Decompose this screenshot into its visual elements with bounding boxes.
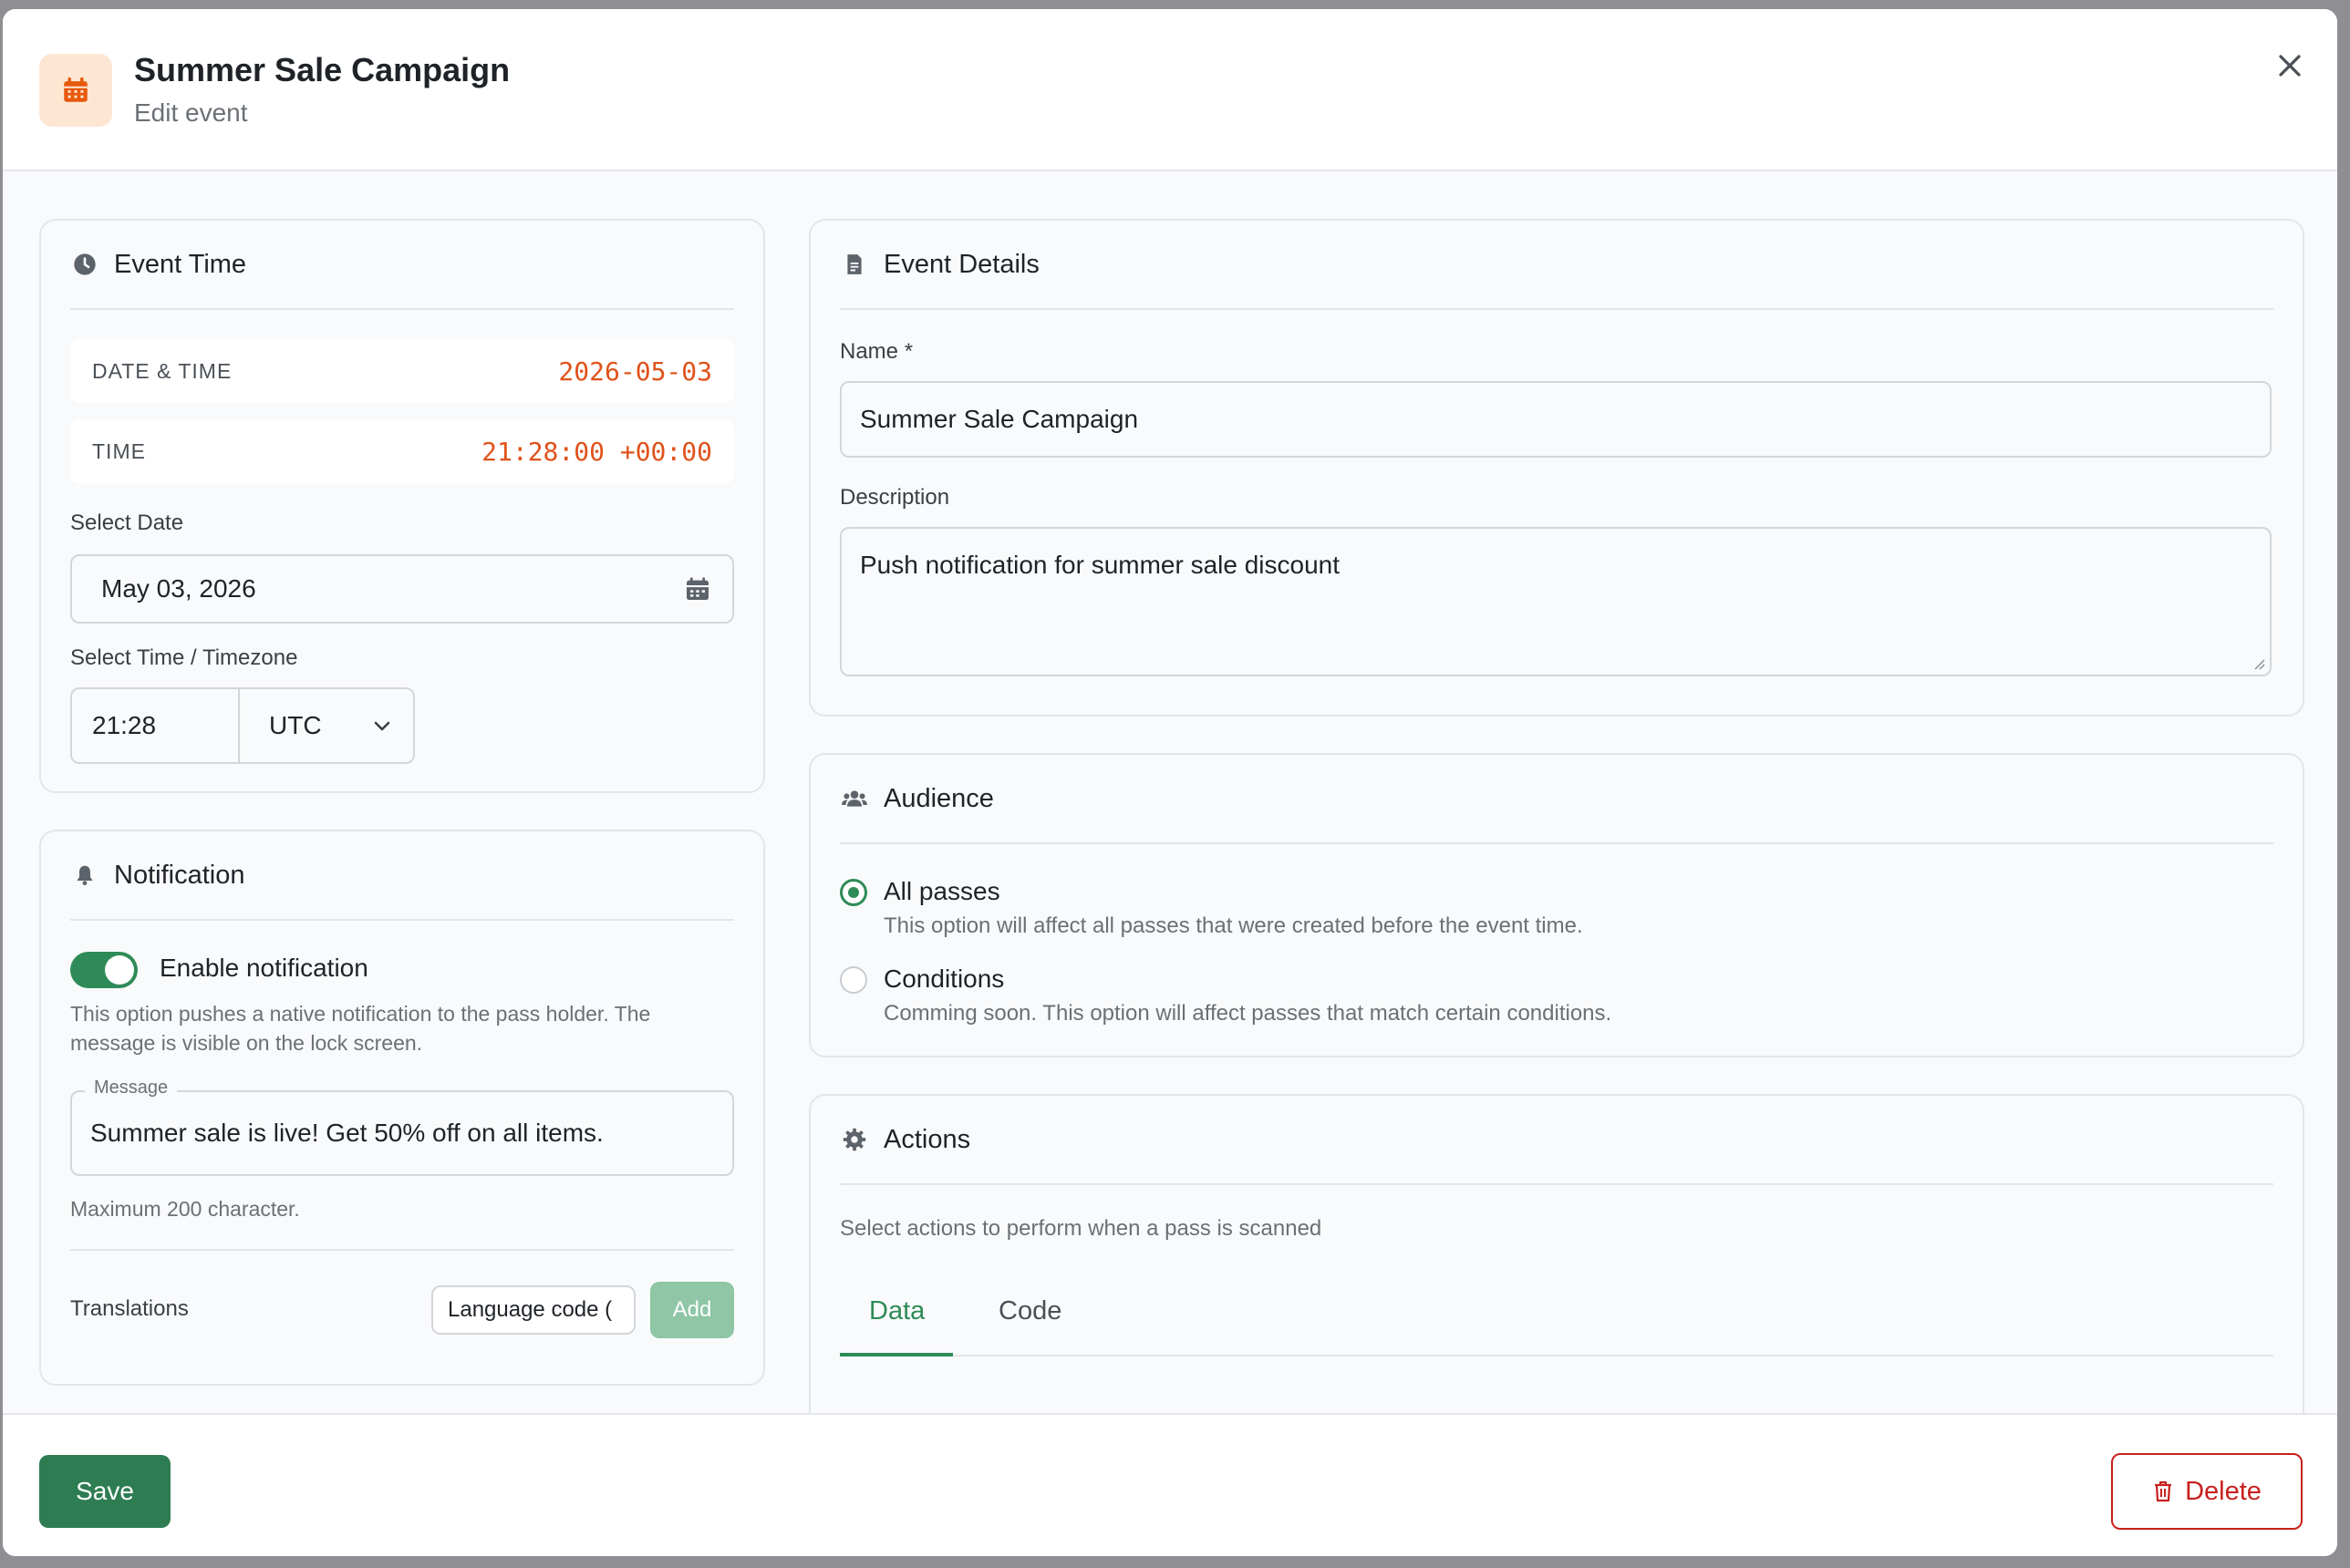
message-value: Summer sale is live! Get 50% off on all … xyxy=(90,1119,604,1147)
conditions-desc: Comming soon. This option will affect pa… xyxy=(884,1001,1612,1026)
notification-helper-line1: This option pushes a native notification… xyxy=(70,1002,651,1026)
notification-heading: Notification xyxy=(114,860,245,890)
close-icon xyxy=(2279,55,2301,77)
time-input[interactable]: 21:28 xyxy=(70,687,240,764)
actions-header: Actions xyxy=(840,1096,2273,1185)
event-time-header: Event Time xyxy=(70,221,734,310)
name-input[interactable]: Summer Sale Campaign xyxy=(840,381,2272,458)
message-floating-label: Message xyxy=(85,1078,178,1099)
divider xyxy=(70,1249,734,1251)
description-value: Push notification for summer sale discou… xyxy=(860,551,1341,579)
event-details-header: Event Details xyxy=(840,221,2273,310)
all-passes-radio[interactable] xyxy=(840,879,867,906)
gear-icon xyxy=(840,1125,869,1154)
audience-heading: Audience xyxy=(884,783,994,813)
trash-icon xyxy=(2155,1480,2172,1502)
description-label: Description xyxy=(840,485,950,510)
message-input[interactable]: Summer sale is live! Get 50% off on all … xyxy=(70,1090,734,1176)
audience-card: Audience All passes This option will aff… xyxy=(809,753,2304,1057)
close-button[interactable] xyxy=(2268,44,2312,88)
document-icon xyxy=(840,250,869,279)
datetime-value: 2026-05-03 xyxy=(558,356,712,387)
users-icon xyxy=(840,784,869,813)
notification-header: Notification xyxy=(70,831,734,921)
time-value: 21:28:00 +00:00 xyxy=(481,436,712,467)
time-label: TIME xyxy=(92,438,146,463)
add-translation-button[interactable]: Add xyxy=(650,1282,734,1338)
notification-helper-line2: message is visible on the lock screen. xyxy=(70,1031,423,1055)
tab-code[interactable]: Code xyxy=(999,1296,1061,1326)
conditions-radio[interactable] xyxy=(840,966,867,994)
date-picker-input[interactable]: May 03, 2026 xyxy=(70,554,734,624)
page-title: Summer Sale Campaign xyxy=(134,51,511,88)
name-label: Name * xyxy=(840,339,914,364)
timezone-select[interactable]: UTC xyxy=(238,687,415,764)
bell-icon xyxy=(70,861,99,890)
event-time-heading: Event Time xyxy=(114,249,247,279)
timezone-value: UTC xyxy=(269,711,322,739)
time-row: TIME 21:28:00 +00:00 xyxy=(70,419,734,483)
all-passes-title: All passes xyxy=(884,877,1000,905)
date-value: May 03, 2026 xyxy=(101,574,256,603)
enable-notification-toggle[interactable] xyxy=(70,952,138,988)
tab-data[interactable]: Data xyxy=(869,1296,925,1326)
modal-footer: Save Delete xyxy=(3,1413,2337,1556)
modal-body: Event Time DATE & TIME 2026-05-03 TIME 2… xyxy=(3,171,2337,1413)
select-time-label: Select Time / Timezone xyxy=(70,645,298,670)
save-button[interactable]: Save xyxy=(39,1455,171,1528)
enable-notification-label: Enable notification xyxy=(160,954,368,982)
clock-icon xyxy=(70,250,99,279)
edit-event-modal: Summer Sale Campaign Edit event Event Ti… xyxy=(3,9,2337,1556)
datetime-label: DATE & TIME xyxy=(92,358,233,383)
datetime-row: DATE & TIME 2026-05-03 xyxy=(70,339,734,403)
message-max-hint: Maximum 200 character. xyxy=(70,1197,300,1221)
event-details-card: Event Details Name * Summer Sale Campaig… xyxy=(809,219,2304,717)
all-passes-desc: This option will affect all passes that … xyxy=(884,913,1583,938)
calendar-icon xyxy=(687,577,709,600)
resize-handle-icon[interactable] xyxy=(2252,656,2266,671)
calendar-icon xyxy=(39,54,112,127)
audience-header: Audience xyxy=(840,755,2273,844)
actions-heading: Actions xyxy=(884,1124,971,1154)
delete-button[interactable]: Delete xyxy=(2111,1453,2303,1530)
page-subtitle: Edit event xyxy=(134,98,248,127)
language-code-input[interactable]: Language code ( xyxy=(431,1285,636,1335)
chevron-down-icon xyxy=(374,721,390,731)
description-textarea[interactable]: Push notification for summer sale discou… xyxy=(840,527,2272,676)
translations-label: Translations xyxy=(70,1296,189,1321)
event-time-card: Event Time DATE & TIME 2026-05-03 TIME 2… xyxy=(39,219,765,793)
select-date-label: Select Date xyxy=(70,511,184,535)
modal-header: Summer Sale Campaign Edit event xyxy=(3,9,2337,171)
tab-underline xyxy=(840,1355,2273,1357)
conditions-title: Conditions xyxy=(884,965,1005,993)
active-tab-indicator xyxy=(840,1353,953,1357)
actions-card: Actions Select actions to perform when a… xyxy=(809,1094,2304,1413)
name-value: Summer Sale Campaign xyxy=(860,405,1139,433)
actions-description: Select actions to perform when a pass is… xyxy=(840,1216,1322,1241)
notification-card: Notification Enable notification This op… xyxy=(39,830,765,1386)
event-details-heading: Event Details xyxy=(884,249,1040,279)
